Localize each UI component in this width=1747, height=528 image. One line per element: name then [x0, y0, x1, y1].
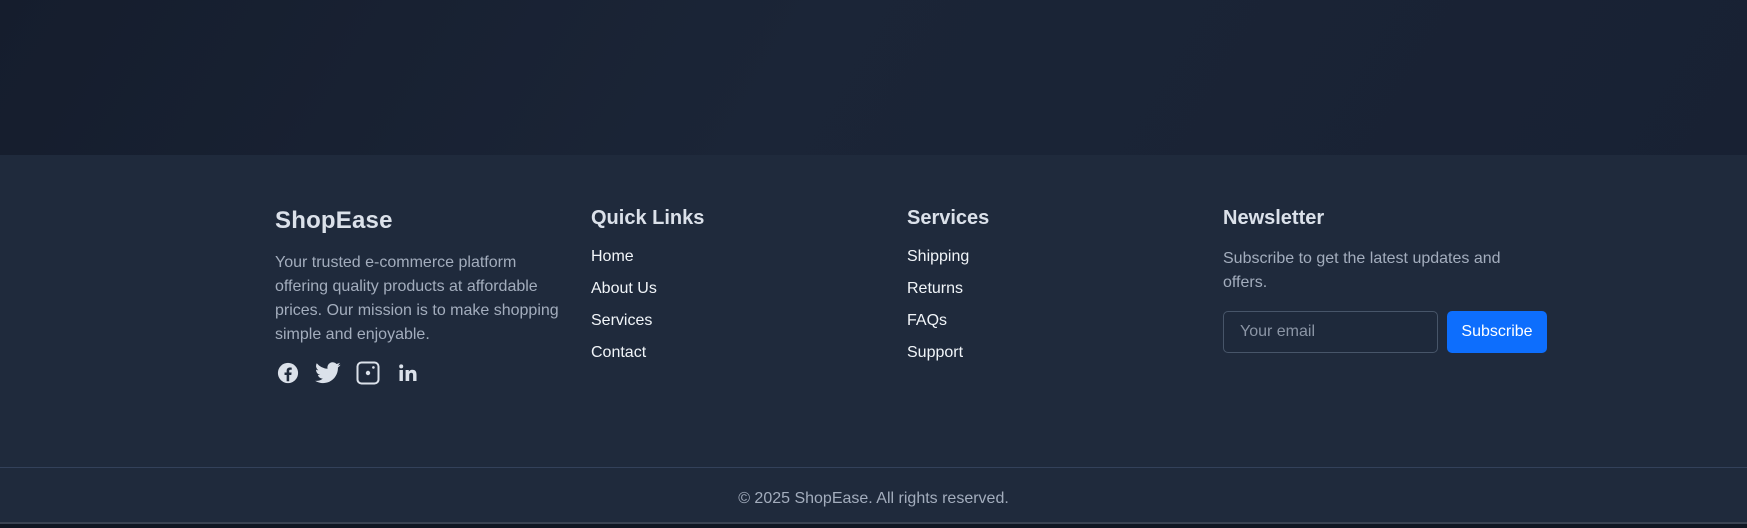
twitter-link[interactable]: [315, 360, 341, 386]
list-item: About Us: [591, 279, 851, 311]
footer-link-shipping[interactable]: Shipping: [907, 248, 969, 265]
list-item: Contact: [591, 343, 851, 375]
quick-links-list: Home About Us Services Contact: [591, 247, 851, 375]
footer-link-home[interactable]: Home: [591, 248, 634, 265]
instagram-link[interactable]: [355, 360, 381, 386]
window-bottom-edge: [0, 522, 1747, 528]
services-list: Shipping Returns FAQs Support: [907, 247, 1167, 375]
footer-services-column: Services Shipping Returns FAQs Support: [907, 205, 1167, 375]
subscribe-button[interactable]: Subscribe: [1447, 311, 1547, 353]
footer-link-about-us[interactable]: About Us: [591, 280, 657, 297]
newsletter-form: Subscribe: [1223, 311, 1553, 353]
footer-quick-links-column: Quick Links Home About Us Services Conta…: [591, 205, 851, 375]
linkedin-icon: [398, 363, 418, 383]
brand-name: ShopEase: [275, 207, 393, 234]
social-links: [275, 360, 565, 386]
newsletter-description: Subscribe to get the latest updates and …: [1223, 250, 1501, 291]
footer-link-services[interactable]: Services: [591, 312, 652, 329]
footer-brand-column: ShopEase Your trusted e-commerce platfor…: [275, 205, 565, 386]
footer-newsletter-column: Newsletter Subscribe to get the latest u…: [1223, 205, 1553, 353]
newsletter-heading: Newsletter: [1223, 207, 1325, 229]
copyright-text: © 2025 ShopEase. All rights reserved.: [738, 490, 1009, 507]
list-item: Support: [907, 343, 1167, 375]
footer-link-faqs[interactable]: FAQs: [907, 312, 947, 329]
services-heading: Services: [907, 207, 990, 229]
list-item: Returns: [907, 279, 1167, 311]
footer-link-contact[interactable]: Contact: [591, 344, 646, 361]
list-item: Services: [591, 311, 851, 343]
quick-links-heading: Quick Links: [591, 207, 705, 229]
page: ShopEase Your trusted e-commerce platfor…: [0, 0, 1747, 528]
footer-link-returns[interactable]: Returns: [907, 280, 963, 297]
brand-description: Your trusted e-commerce platform offerin…: [275, 254, 559, 343]
instagram-icon: [356, 361, 380, 385]
facebook-link[interactable]: [275, 360, 301, 386]
list-item: FAQs: [907, 311, 1167, 343]
newsletter-email-input[interactable]: [1223, 311, 1438, 353]
hero-background: [0, 0, 1747, 155]
footer-link-support[interactable]: Support: [907, 344, 963, 361]
site-footer: ShopEase Your trusted e-commerce platfor…: [0, 155, 1747, 528]
footer-divider: [0, 467, 1747, 468]
twitter-icon: [315, 362, 341, 384]
list-item: Home: [591, 247, 851, 279]
list-item: Shipping: [907, 247, 1167, 279]
facebook-icon: [277, 362, 299, 384]
linkedin-link[interactable]: [395, 360, 421, 386]
